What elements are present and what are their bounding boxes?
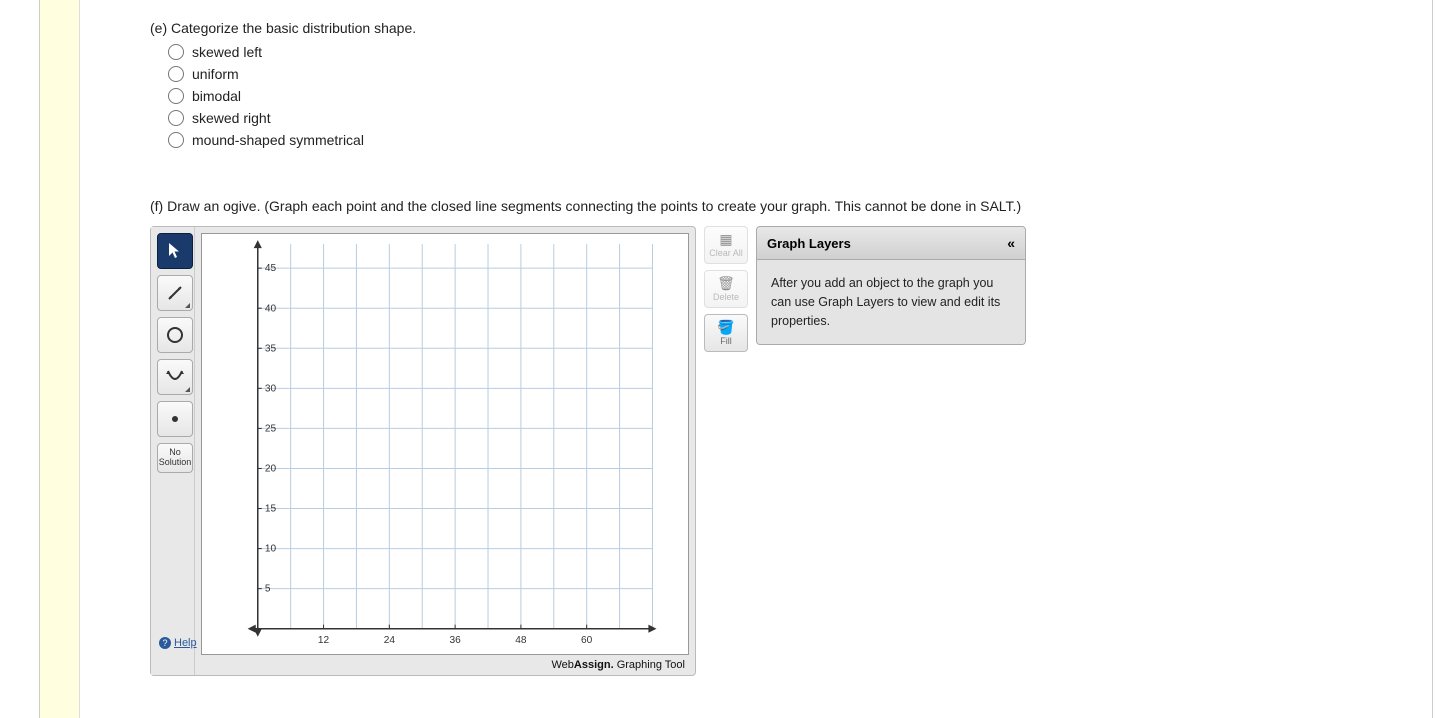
tool-circle[interactable] — [157, 317, 193, 353]
option-label: skewed left — [192, 44, 262, 60]
part-f: (f) Draw an ogive. (Graph each point and… — [150, 198, 1365, 676]
point-icon — [165, 409, 185, 429]
svg-text:20: 20 — [265, 463, 277, 474]
option-label: uniform — [192, 66, 239, 82]
submenu-indicator — [185, 387, 190, 392]
svg-text:5: 5 — [265, 584, 271, 595]
radio-bimodal[interactable] — [168, 88, 184, 104]
graph-wrapper: No Solution 510152025303540451224364860 … — [150, 226, 1365, 676]
graph-widget: No Solution 510152025303540451224364860 … — [150, 226, 696, 676]
brand-tool: Graphing Tool — [614, 659, 685, 671]
svg-text:48: 48 — [515, 635, 527, 646]
tool-point[interactable] — [157, 401, 193, 437]
footer-brand: WebAssign. Graphing Tool — [551, 659, 685, 671]
layers-body-text: After you add an object to the graph you… — [757, 260, 1025, 344]
clear-all-label: Clear All — [709, 248, 743, 258]
part-f-prompt: (f) Draw an ogive. (Graph each point and… — [150, 198, 1365, 214]
line-icon — [165, 283, 185, 303]
option-skewed-left[interactable]: skewed left — [168, 44, 1365, 60]
right-button-column: ▦ Clear All 🗑 Delete 🪣 Fill — [704, 226, 748, 676]
svg-text:25: 25 — [265, 423, 277, 434]
option-label: mound-shaped symmetrical — [192, 132, 364, 148]
option-mound-symmetrical[interactable]: mound-shaped symmetrical — [168, 132, 1365, 148]
layers-title: Graph Layers — [767, 236, 851, 251]
tool-pointer[interactable] — [157, 233, 193, 269]
svg-text:15: 15 — [265, 504, 277, 515]
radio-skewed-left[interactable] — [168, 44, 184, 60]
pointer-icon — [165, 241, 185, 261]
delete-button[interactable]: 🗑 Delete — [704, 270, 748, 308]
help-link[interactable]: ? Help — [159, 637, 197, 649]
svg-text:36: 36 — [449, 635, 461, 646]
svg-text:24: 24 — [384, 635, 396, 646]
brand-web: Web — [551, 659, 573, 671]
no-solution-button[interactable]: No Solution — [157, 443, 193, 473]
svg-text:30: 30 — [265, 383, 277, 394]
svg-text:60: 60 — [581, 635, 593, 646]
plot-svg: 5 10 15 20 25 30 35 40 45 12 24 36 48 60 — [202, 234, 688, 654]
right-border — [1432, 0, 1433, 718]
tool-palette: No Solution — [151, 227, 195, 675]
submenu-indicator — [185, 303, 190, 308]
fill-label: Fill — [720, 336, 732, 346]
tool-line[interactable] — [157, 275, 193, 311]
brand-assign: Assign. — [574, 659, 614, 671]
svg-text:35: 35 — [265, 343, 277, 354]
collapse-icon[interactable]: « — [1007, 235, 1015, 251]
tool-parabola[interactable] — [157, 359, 193, 395]
highlight-margin — [40, 0, 80, 718]
radio-mound-symmetrical[interactable] — [168, 132, 184, 148]
radio-uniform[interactable] — [168, 66, 184, 82]
clear-all-icon: ▦ — [719, 232, 732, 246]
help-icon: ? — [159, 637, 171, 649]
part-e-options: skewed left uniform bimodal skewed right… — [168, 44, 1365, 148]
plot-canvas[interactable]: 5 10 15 20 25 30 35 40 45 12 24 36 48 60 — [201, 233, 689, 655]
svg-text:10: 10 — [265, 544, 277, 555]
option-skewed-right[interactable]: skewed right — [168, 110, 1365, 126]
graph-layers-panel: Graph Layers « After you add an object t… — [756, 226, 1026, 345]
parabola-icon — [165, 367, 185, 387]
svg-text:45: 45 — [265, 263, 277, 274]
trash-icon: 🗑 — [717, 276, 735, 290]
fill-icon: 🪣 — [717, 320, 734, 334]
left-margin — [0, 0, 40, 718]
no-solution-text2: Solution — [158, 458, 192, 468]
part-e-prompt: (e) Categorize the basic distribution sh… — [150, 20, 1365, 36]
svg-text:40: 40 — [265, 303, 277, 314]
delete-label: Delete — [713, 292, 739, 302]
option-label: skewed right — [192, 110, 271, 126]
fill-button[interactable]: 🪣 Fill — [704, 314, 748, 352]
option-uniform[interactable]: uniform — [168, 66, 1365, 82]
radio-skewed-right[interactable] — [168, 110, 184, 126]
svg-text:12: 12 — [318, 635, 330, 646]
help-label: Help — [174, 637, 197, 649]
layers-header: Graph Layers « — [757, 227, 1025, 260]
clear-all-button[interactable]: ▦ Clear All — [704, 226, 748, 264]
option-bimodal[interactable]: bimodal — [168, 88, 1365, 104]
content-area: (e) Categorize the basic distribution sh… — [80, 0, 1435, 718]
circle-icon — [165, 325, 185, 345]
option-label: bimodal — [192, 88, 241, 104]
